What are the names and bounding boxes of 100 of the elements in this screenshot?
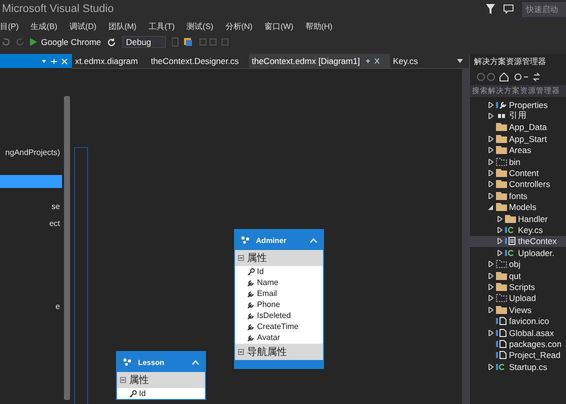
section-label: 导航属性 (247, 346, 287, 359)
play-icon (30, 38, 37, 46)
tree-item[interactable]: Global.asax (470, 326, 566, 338)
expand-arrow-icon[interactable] (497, 250, 503, 256)
configuration-dropdown[interactable]: Debug (122, 36, 166, 48)
undo-icon[interactable] (2, 38, 10, 46)
collapse-icon[interactable] (238, 349, 244, 355)
menu-item[interactable]: 测试(S) (186, 20, 214, 32)
folder-icon (505, 214, 516, 223)
menu-item[interactable]: 团队(M) (108, 20, 136, 32)
tree-item[interactable]: obj (470, 258, 566, 270)
folder-icon (496, 146, 507, 154)
property-name: IsDeleted (257, 311, 291, 320)
expand-arrow-icon[interactable] (488, 102, 494, 108)
tree-item[interactable]: Key.cs (470, 224, 566, 236)
document-tab[interactable]: xt.edmx.diagram (72, 54, 148, 68)
scrollbar[interactable] (462, 69, 469, 404)
property-name: Avatar (257, 333, 280, 342)
collapse-arrow-icon[interactable] (488, 204, 494, 210)
expand-arrow-icon[interactable] (488, 272, 494, 279)
menu-item[interactable]: 生成(B) (30, 20, 58, 32)
tree-item[interactable]: ngAndProjects) (0, 146, 62, 159)
tree-item[interactable]: 引用 (470, 110, 566, 122)
expand-arrow-icon[interactable] (488, 136, 494, 142)
filter-icon[interactable] (486, 4, 495, 14)
expand-arrow-icon[interactable] (488, 192, 494, 199)
expand-arrow-icon[interactable] (488, 295, 494, 302)
tree-item[interactable]: Startup.cs (470, 360, 566, 372)
tree-item[interactable]: App_Data (470, 122, 566, 134)
property-name: Id (139, 389, 146, 398)
expand-arrow-icon[interactable] (497, 226, 503, 233)
tree-item[interactable]: Scripts (470, 281, 566, 293)
expand-arrow-icon[interactable] (488, 330, 494, 336)
document-tab[interactable]: theContext.Designer.cs (148, 54, 249, 68)
tree-item[interactable]: Project_Read (470, 350, 566, 361)
expand-arrow-icon[interactable] (488, 284, 494, 290)
scrollbar[interactable] (64, 96, 70, 400)
expand-arrow-icon[interactable] (488, 158, 494, 165)
tree-item[interactable]: Properties (470, 99, 566, 110)
property-name: CreateTime (257, 322, 298, 331)
file-icon (496, 328, 507, 336)
entity-icon (123, 358, 132, 366)
tree-item[interactable]: qut (470, 270, 566, 282)
folder-icon (496, 180, 507, 188)
folder-icon (496, 203, 507, 212)
menu-item[interactable]: 调试(D) (69, 20, 96, 32)
tree-item[interactable]: Areas (470, 144, 566, 156)
menu-item[interactable]: 帮助(H) (305, 20, 332, 32)
folder-icon (496, 192, 507, 200)
menu-item[interactable]: 目(P) (0, 20, 19, 32)
property-name: Email (257, 289, 278, 298)
folder-icon (496, 272, 507, 280)
menu-item[interactable]: 工具(T) (148, 20, 175, 32)
tree-item[interactable]: packages.con (470, 338, 566, 350)
tab-controls-icon[interactable] (366, 58, 380, 64)
document-tab[interactable]: theContext.edmx [Diagram1] (248, 54, 390, 68)
tree-item[interactable]: Handler (470, 212, 566, 224)
tree-item[interactable]: bin (470, 156, 566, 168)
expand-arrow-icon[interactable] (488, 261, 494, 268)
tree-item[interactable]: theContex (470, 236, 566, 248)
entity-icon (241, 236, 250, 244)
tree-item[interactable]: Uploader. (470, 247, 566, 258)
feedback-icon[interactable] (503, 4, 514, 14)
run-button[interactable]: Google Chrome (30, 37, 102, 47)
expand-arrow-icon[interactable] (488, 364, 494, 370)
file-icon (496, 340, 507, 348)
property-name: Phone (257, 300, 280, 309)
menu-item[interactable]: 窗口(W) (264, 20, 294, 32)
document-tab[interactable]: Key.cs (390, 54, 428, 68)
expand-arrow-icon[interactable] (488, 113, 494, 120)
tree-item[interactable]: Content (470, 167, 566, 179)
folder-icon (496, 169, 507, 178)
dropdown-icon[interactable] (457, 59, 463, 63)
folder-icon (496, 260, 507, 268)
expand-arrow-icon[interactable] (488, 170, 494, 176)
refresh-icon[interactable] (107, 38, 116, 46)
expand-arrow-icon[interactable] (497, 238, 503, 244)
tree-item[interactable]: ect (0, 217, 62, 230)
tree-item[interactable]: favicon.ico (470, 315, 566, 327)
folder-icon (496, 123, 507, 132)
folder-icon (496, 158, 507, 166)
tree-item[interactable]: fonts (470, 190, 566, 202)
tree-item[interactable]: e (0, 300, 62, 313)
references-icon (496, 112, 507, 120)
tree-item[interactable]: Models (470, 202, 566, 213)
tree-item[interactable]: Views (470, 304, 566, 316)
panel-controls-icon[interactable] (42, 58, 68, 64)
wrench-icon (496, 100, 507, 109)
menu-item[interactable]: 分析(N) (225, 20, 252, 32)
collapse-icon[interactable] (120, 377, 126, 383)
quick-launch-field[interactable]: 快速启动 (522, 2, 566, 16)
tree-item[interactable]: Controllers (470, 178, 566, 190)
tree-item[interactable]: Upload (470, 292, 566, 304)
tree-item[interactable]: App_Start (470, 133, 566, 145)
expand-arrow-icon[interactable] (488, 181, 494, 188)
tree-item[interactable]: se (0, 200, 62, 213)
expand-arrow-icon[interactable] (488, 306, 494, 313)
expand-arrow-icon[interactable] (488, 147, 494, 154)
collapse-icon[interactable] (238, 255, 244, 261)
expand-arrow-icon[interactable] (497, 216, 503, 222)
